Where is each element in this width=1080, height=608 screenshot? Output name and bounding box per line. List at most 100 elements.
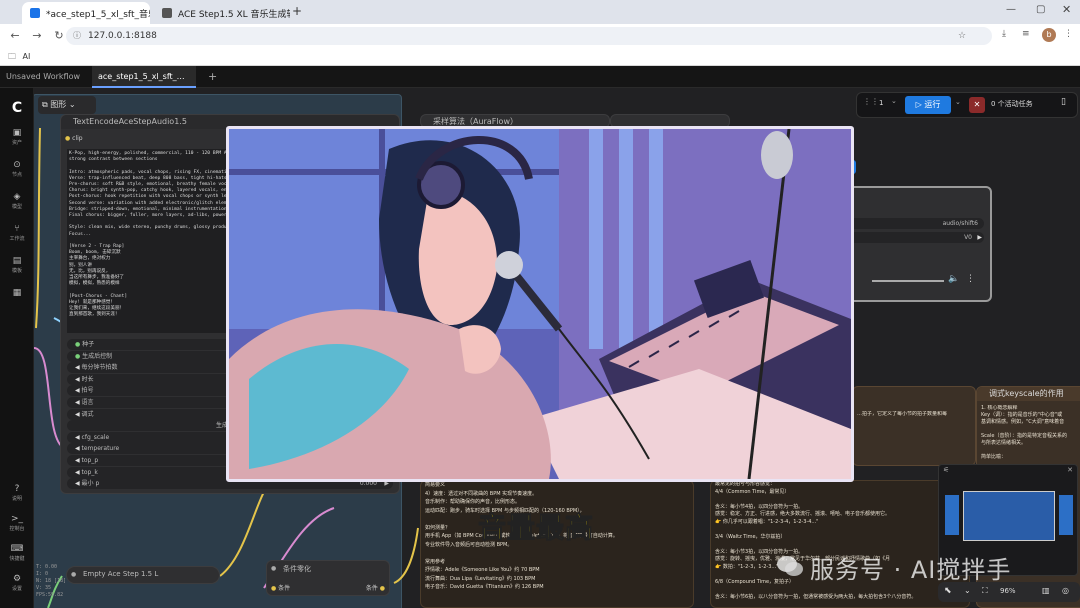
url-field[interactable]: ⓘ 127.0.0.1:8188 ☆ [66, 27, 992, 45]
illustration-overlay [226, 126, 854, 482]
sidebar-item-workflows[interactable]: ⑂ 工作流 [0, 224, 34, 242]
run-toolbar: ⋮⋮ 1 ⌄ ▷ 运行 ⌄ ✕ 0 个活动任务 ▯ [856, 92, 1078, 118]
back-arrow-icon[interactable]: ← [8, 29, 22, 43]
stop-button[interactable]: ✕ [969, 97, 985, 113]
help-icon: ? [14, 484, 20, 494]
widget-label: temperature [81, 445, 120, 453]
queue-count-field[interactable]: 1 [879, 99, 883, 107]
download-icon[interactable]: ⤓ [1002, 29, 1006, 39]
link-visibility-icon[interactable]: ◎ [1062, 586, 1069, 595]
chevron-down-icon[interactable]: ⌄ [891, 97, 897, 105]
filename-prefix-field[interactable]: audio/shift6 [842, 218, 984, 229]
empty-latent-node[interactable]: ● Empty Ace Step 1.5 L [66, 566, 220, 584]
panel-toggle-icon[interactable]: ▯ [1061, 97, 1066, 107]
text-line [425, 549, 693, 558]
more-options-icon[interactable]: ⋮ [966, 274, 975, 284]
save-audio-node[interactable]: audio/shift6 V0 ▶ 🔈 ⋮ [834, 186, 992, 302]
note-text[interactable]: 1. 核心概念解释 Key（调）：指的是音乐的"中心音"或 基调和情感。例如，"C大… [981, 405, 1080, 461]
chevron-down-icon[interactable]: ⌄ [964, 586, 971, 595]
sidebar-item-settings[interactable]: ⚙ 设置 [0, 574, 34, 592]
node-icon: ⊙ [13, 160, 21, 170]
text-line: 简单比喻： [981, 454, 1007, 460]
widget-label: 最小 p [81, 480, 100, 488]
text-line: 4/4（Common Time，最常见） [715, 488, 790, 495]
minimap-toggle-icon[interactable]: ▥ [1042, 586, 1050, 595]
volume-icon[interactable]: 🔈 [948, 274, 959, 284]
minimap-viewport[interactable] [963, 491, 1055, 541]
zoom-level[interactable]: 96% [1000, 587, 1016, 595]
browser-tab-2[interactable]: ACE Step1.5 XL 音乐生成辅助… [154, 2, 290, 24]
canvas-controls: ⬉ ⌄ ⛶ 96% ▥ ◎ [938, 582, 1080, 602]
text-line: 电子音乐：David Guetta《Titanium》约 126 BPM [425, 584, 544, 590]
sidebar-item-help[interactable]: ? 说明 [0, 484, 34, 502]
clip-input-slot[interactable]: ● clip [65, 135, 83, 142]
text-line [715, 526, 971, 534]
wire [219, 487, 267, 577]
drag-handle-icon[interactable]: ⋮⋮ [863, 97, 879, 106]
sidebar-item-nodes[interactable]: ⊙ 节点 [0, 160, 34, 178]
watermark: 服务号 · AI搅拌手 [810, 556, 1012, 584]
maximize-window-button[interactable]: ▢ [1036, 4, 1045, 15]
run-options-chevron-icon[interactable]: ⌄ [955, 98, 961, 106]
text-line: Scale（音阶）：指的是特定音程关系的 [981, 433, 1067, 439]
workflow-tab-label: ace_step1_5_xl_sft_… [98, 72, 185, 81]
minimap-close-icon[interactable]: ✕ [1067, 466, 1073, 474]
text-line: 流行舞曲：Dua Lipa《Levitating》约 103 BPM [425, 575, 536, 582]
select-cursor-icon[interactable]: ⬉ [944, 586, 952, 596]
workflow-tab-active[interactable]: ace_step1_5_xl_sft_… ● [92, 66, 196, 103]
reload-icon[interactable]: ↻ [52, 29, 66, 43]
slot-dot-icon: ● [271, 585, 277, 592]
new-tab-button[interactable]: + [292, 4, 302, 18]
conditioning-zero-node[interactable]: ● 条件零化 ● 条件 条件 ● [266, 560, 390, 596]
forward-arrow-icon[interactable]: → [30, 29, 44, 43]
widget-label: 拍号 [81, 387, 94, 395]
text-line: 感觉：稳定、方正、行进感，绝大多数流行、摇滚、嘻哈、电子音乐都使用它。 [715, 511, 891, 517]
close-icon: ✕ [973, 100, 981, 109]
sidebar-item-models[interactable]: ◈ 模型 [0, 192, 34, 210]
sidebar-label: 快捷键 [9, 556, 25, 562]
profile-avatar[interactable]: b [1042, 28, 1056, 42]
sidebar-item-templates[interactable]: ▤ 模板 [0, 256, 34, 274]
comfy-favicon-icon [162, 8, 172, 18]
minimap-settings-icon[interactable]: ⚟ [943, 466, 949, 474]
widget-label: 生成后控制 [82, 352, 113, 360]
add-workflow-button[interactable]: + [202, 66, 223, 88]
sidebar-item-extra[interactable]: ▦ [0, 288, 34, 299]
version-field[interactable]: V0 ▶ [842, 232, 984, 243]
text-line [981, 447, 1080, 454]
browser-tab-active[interactable]: *ace_step1_5_xl_sft_音乐… [22, 2, 150, 24]
bookmark-folder-ai[interactable]: AI [23, 52, 31, 61]
minimap-node [945, 495, 959, 535]
browser-tab-strip: *ace_step1_5_xl_sft_音乐… ACE Step1.5 XL 音… [0, 0, 1080, 24]
note-time-signature-detail[interactable]: 最常见的拍号与形容感觉： 4/4（Common Time，最常见） 含义：每小节4… [710, 480, 970, 608]
reading-list-icon[interactable]: ≡ [1022, 29, 1030, 39]
active-tasks-label[interactable]: 0 个活动任务 [991, 99, 1033, 109]
close-window-button[interactable]: ✕ [1062, 3, 1071, 16]
conditioning-output-slot[interactable]: 条件 ● [366, 583, 385, 592]
audio-progress-track[interactable] [872, 280, 944, 282]
fit-view-icon[interactable]: ⛶ [982, 586, 988, 596]
stat-line: I: 0 [36, 571, 49, 577]
widget-label: top_k [81, 468, 98, 476]
star-bookmark-icon[interactable]: ☆ [958, 27, 966, 45]
conditioning-input-slot[interactable]: ● 条件 [271, 583, 290, 592]
run-button[interactable]: ▷ 运行 [905, 96, 951, 114]
browser-menu-icon[interactable]: ⋮ [1064, 29, 1073, 39]
sidebar-item-shortcuts[interactable]: ⌨ 快捷键 [0, 544, 34, 562]
text-line: 4）速度：透过对不同歌曲的 BPM 实现节奏速度。 [425, 490, 538, 497]
text-line: 最常见的拍号与形容感觉： [715, 481, 776, 487]
sidebar-item-console[interactable]: >_ 控制台 [0, 514, 34, 532]
slot-label: 条件 [278, 585, 291, 592]
node-title: 条件零化 [283, 565, 311, 573]
sidebar-label: 节点 [11, 172, 22, 178]
workflow-tab-unsaved[interactable]: Unsaved Workflow [0, 66, 90, 88]
note-time-signature[interactable]: …拍子，它定义了每小节的拍子数量和每 [852, 386, 976, 466]
site-info-icon[interactable]: ⓘ [73, 27, 81, 45]
version-value: V0 [964, 234, 972, 241]
graph-mode-button[interactable]: ⧉ 图形 ⌄ [38, 96, 96, 114]
cube-icon: ◈ [13, 192, 21, 202]
sidebar-label: 模型 [11, 204, 22, 210]
minimize-window-button[interactable]: — [1006, 4, 1016, 15]
note-text[interactable]: …拍子，它定义了每小节的拍子数量和每 [857, 411, 975, 425]
sidebar-item-assets[interactable]: ▣ 资产 [0, 128, 34, 146]
